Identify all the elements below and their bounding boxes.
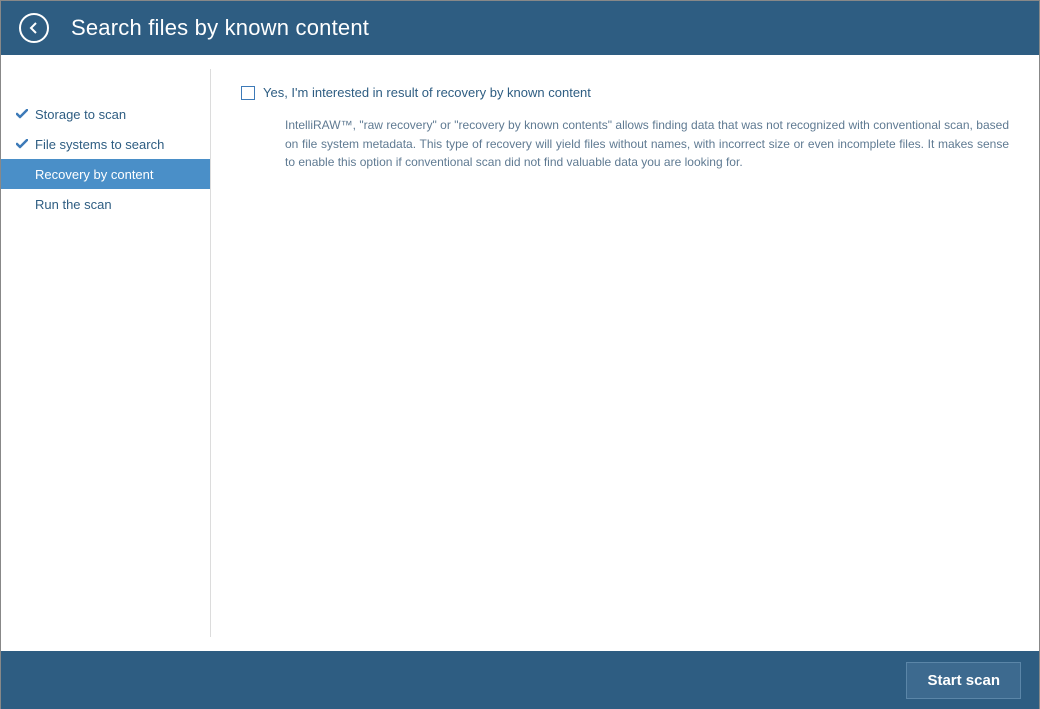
body: Storage to scan File systems to search R…	[1, 55, 1039, 651]
sidebar-item-run[interactable]: Run the scan	[1, 189, 210, 219]
start-scan-button[interactable]: Start scan	[906, 662, 1021, 699]
check-icon	[15, 107, 29, 121]
page-title: Search files by known content	[71, 15, 369, 41]
check-icon	[15, 137, 29, 151]
description-text: IntelliRAW™, "raw recovery" or "recovery…	[285, 116, 1009, 172]
checkbox-label: Yes, I'm interested in result of recover…	[263, 85, 591, 100]
arrow-left-icon	[26, 20, 42, 36]
sidebar-item-label: File systems to search	[35, 137, 164, 152]
back-button[interactable]	[19, 13, 49, 43]
interest-checkbox[interactable]	[241, 86, 255, 100]
sidebar-item-storage[interactable]: Storage to scan	[1, 99, 210, 129]
header: Search files by known content	[1, 1, 1039, 55]
content: Yes, I'm interested in result of recover…	[211, 55, 1039, 651]
footer: Start scan	[1, 651, 1039, 709]
checkbox-row: Yes, I'm interested in result of recover…	[241, 85, 1009, 100]
sidebar-item-label: Recovery by content	[35, 167, 154, 182]
sidebar-item-recovery[interactable]: Recovery by content	[1, 159, 210, 189]
sidebar-item-filesystems[interactable]: File systems to search	[1, 129, 210, 159]
sidebar-item-label: Run the scan	[35, 197, 112, 212]
sidebar: Storage to scan File systems to search R…	[1, 69, 211, 637]
sidebar-item-label: Storage to scan	[35, 107, 126, 122]
